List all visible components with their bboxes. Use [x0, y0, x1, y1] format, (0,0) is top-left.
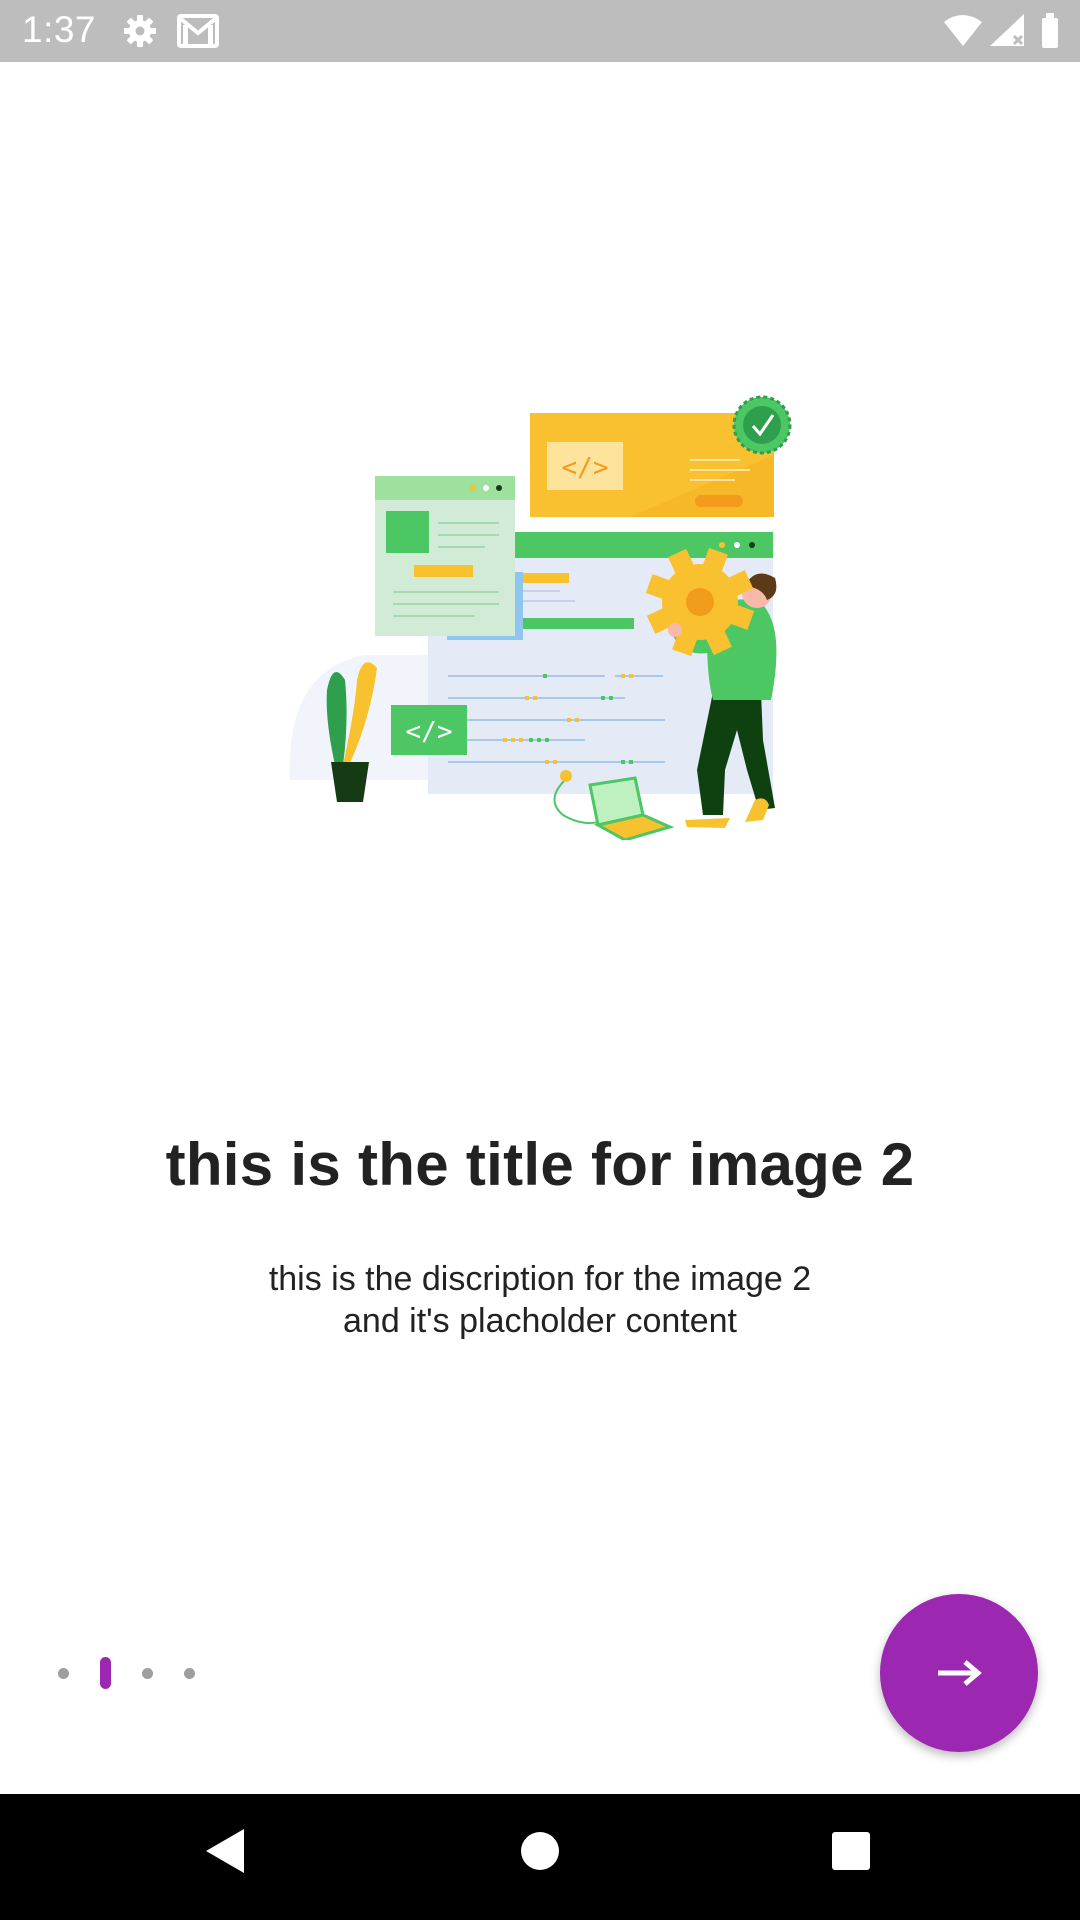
page-title: this is the title for image 2 [165, 1131, 915, 1198]
status-time: 1:37 [22, 9, 97, 50]
onboarding-illustration: </> </> [285, 390, 795, 842]
status-bar: 1:37 [0, 0, 1080, 62]
svg-text:</>: </> [562, 453, 609, 483]
status-right-icons [942, 12, 1062, 50]
page-dot-3[interactable] [142, 1668, 153, 1679]
back-icon[interactable] [204, 1827, 246, 1880]
page-dot-4[interactable] [184, 1668, 195, 1679]
description-line: this is the discription for the image 2 [268, 1260, 812, 1298]
arrow-right-icon [938, 1660, 982, 1686]
page-description: this is the discription for the image 2 … [0, 1258, 1080, 1342]
next-button[interactable] [880, 1594, 1038, 1752]
page-dot-1[interactable] [58, 1668, 69, 1679]
navigation-bar [0, 1794, 1080, 1920]
recents-icon[interactable] [830, 1827, 872, 1880]
svg-text:</>: </> [406, 717, 453, 747]
settings-icon [122, 13, 158, 54]
description-line: and it's placholder content [343, 1302, 737, 1340]
home-icon[interactable] [519, 1827, 561, 1880]
gmail-icon [177, 13, 219, 54]
wifi-icon [944, 13, 1058, 48]
page-dot-2-active[interactable] [100, 1657, 111, 1689]
